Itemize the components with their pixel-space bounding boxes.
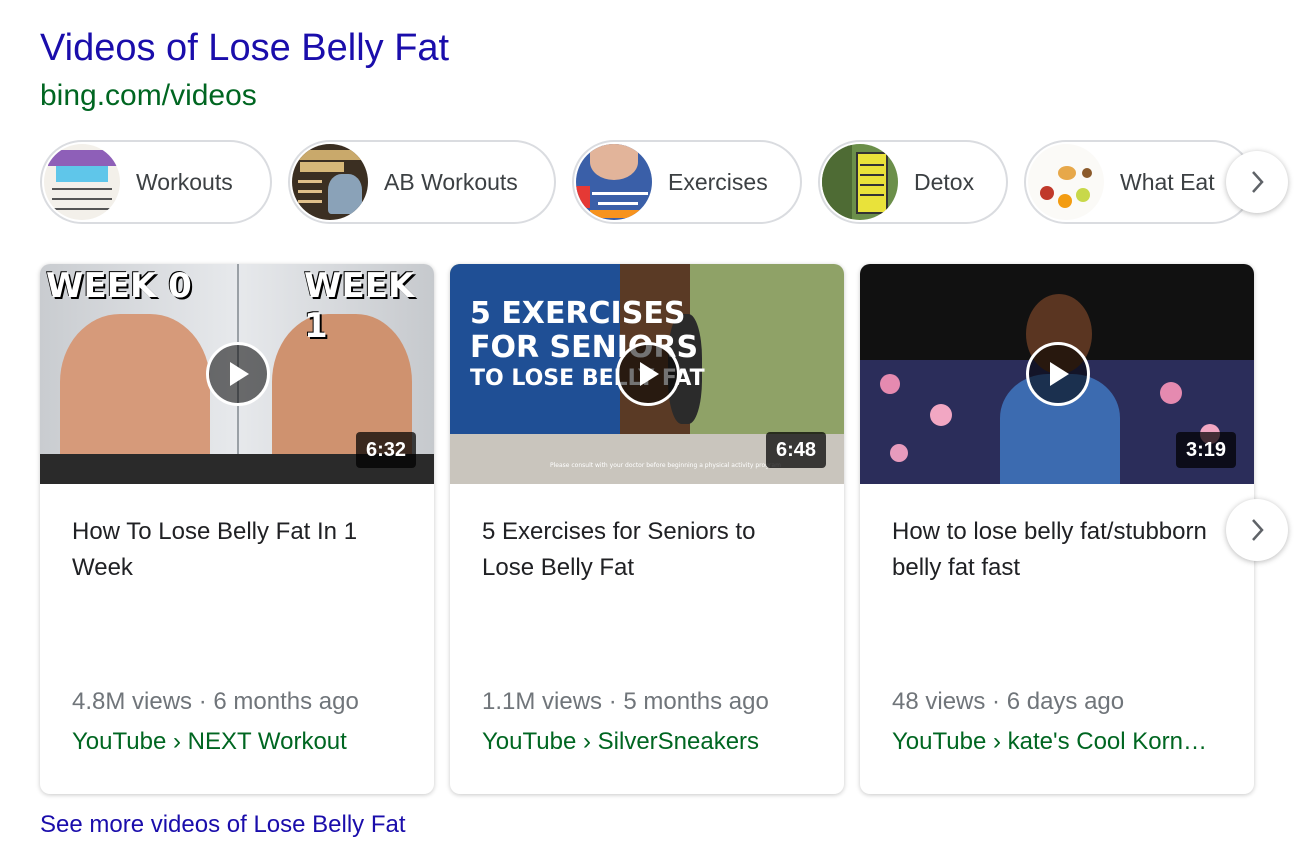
video-source[interactable]: YouTube › NEXT Workout: [72, 728, 412, 756]
chip-thumbnail: [44, 144, 120, 220]
chips-next-button[interactable]: [1226, 151, 1288, 213]
play-icon: [230, 362, 249, 386]
chip-workouts[interactable]: Workouts: [40, 140, 272, 224]
thumbnail-overlay-text: 5 EXERCISES: [470, 296, 686, 331]
video-card[interactable]: WEEK 0 WEEK 1 6:32 How To Lose Belly Fat…: [40, 264, 434, 794]
video-thumbnail: WEEK 0 WEEK 1 6:32: [40, 264, 434, 484]
video-thumbnail: 5 EXERCISES FOR SENIORS TO LOSE BELLY FA…: [450, 264, 844, 484]
play-button[interactable]: [1026, 342, 1090, 406]
thumbnail-overlay-text: WEEK 1: [304, 266, 415, 346]
chip-what-eat[interactable]: What Eat: [1024, 140, 1254, 224]
chip-label: Detox: [914, 168, 975, 195]
chip-ab-workouts[interactable]: AB Workouts: [288, 140, 556, 224]
chip-label: Workouts: [136, 168, 233, 195]
chip-label: What Eat: [1120, 168, 1215, 195]
video-title[interactable]: How to lose belly fat/stubborn belly fat…: [892, 514, 1222, 586]
video-meta: 48 views · 6 days ago: [892, 688, 1125, 715]
chip-label: AB Workouts: [384, 168, 518, 195]
thumbnail-disclaimer: Please consult with your doctor before b…: [550, 462, 781, 469]
chip-thumbnail: [1028, 144, 1104, 220]
play-button[interactable]: [206, 342, 270, 406]
section-title-link[interactable]: Videos of Lose Belly Fat: [40, 24, 449, 72]
videos-next-button[interactable]: [1226, 499, 1288, 561]
chip-thumbnail: [822, 144, 898, 220]
chip-detox[interactable]: Detox: [818, 140, 1008, 224]
video-duration: 6:48: [765, 432, 826, 468]
chevron-right-icon: [1252, 171, 1264, 193]
chip-thumbnail: [576, 144, 652, 220]
thumbnail-overlay-text: WEEK 0: [46, 266, 192, 306]
play-icon: [1050, 362, 1069, 386]
see-more-link[interactable]: See more videos of Lose Belly Fat: [40, 808, 406, 842]
chip-label: Exercises: [668, 168, 768, 195]
video-source[interactable]: YouTube › kate's Cool Korn…: [892, 728, 1232, 756]
video-duration: 6:32: [355, 432, 416, 468]
related-chips-row: Workouts AB Workouts Exercises Detox Wha…: [40, 140, 1296, 224]
video-thumbnail: 3:19: [860, 264, 1254, 484]
source-url: bing.com/videos: [40, 79, 257, 112]
chip-exercises[interactable]: Exercises: [572, 140, 802, 224]
play-button[interactable]: [616, 342, 680, 406]
video-meta: 4.8M views · 6 months ago: [72, 688, 359, 715]
video-meta: 1.1M views · 5 months ago: [482, 688, 769, 715]
video-card[interactable]: 3:19 How to lose belly fat/stubborn bell…: [860, 264, 1254, 794]
video-card[interactable]: 5 EXERCISES FOR SENIORS TO LOSE BELLY FA…: [450, 264, 844, 794]
video-source[interactable]: YouTube › SilverSneakers: [482, 728, 822, 756]
video-title[interactable]: How To Lose Belly Fat In 1 Week: [72, 514, 402, 586]
chip-thumbnail: [292, 144, 368, 220]
video-title[interactable]: 5 Exercises for Seniors to Lose Belly Fa…: [482, 514, 812, 586]
chevron-right-icon: [1252, 519, 1264, 541]
video-duration: 3:19: [1175, 432, 1236, 468]
play-icon: [640, 362, 659, 386]
